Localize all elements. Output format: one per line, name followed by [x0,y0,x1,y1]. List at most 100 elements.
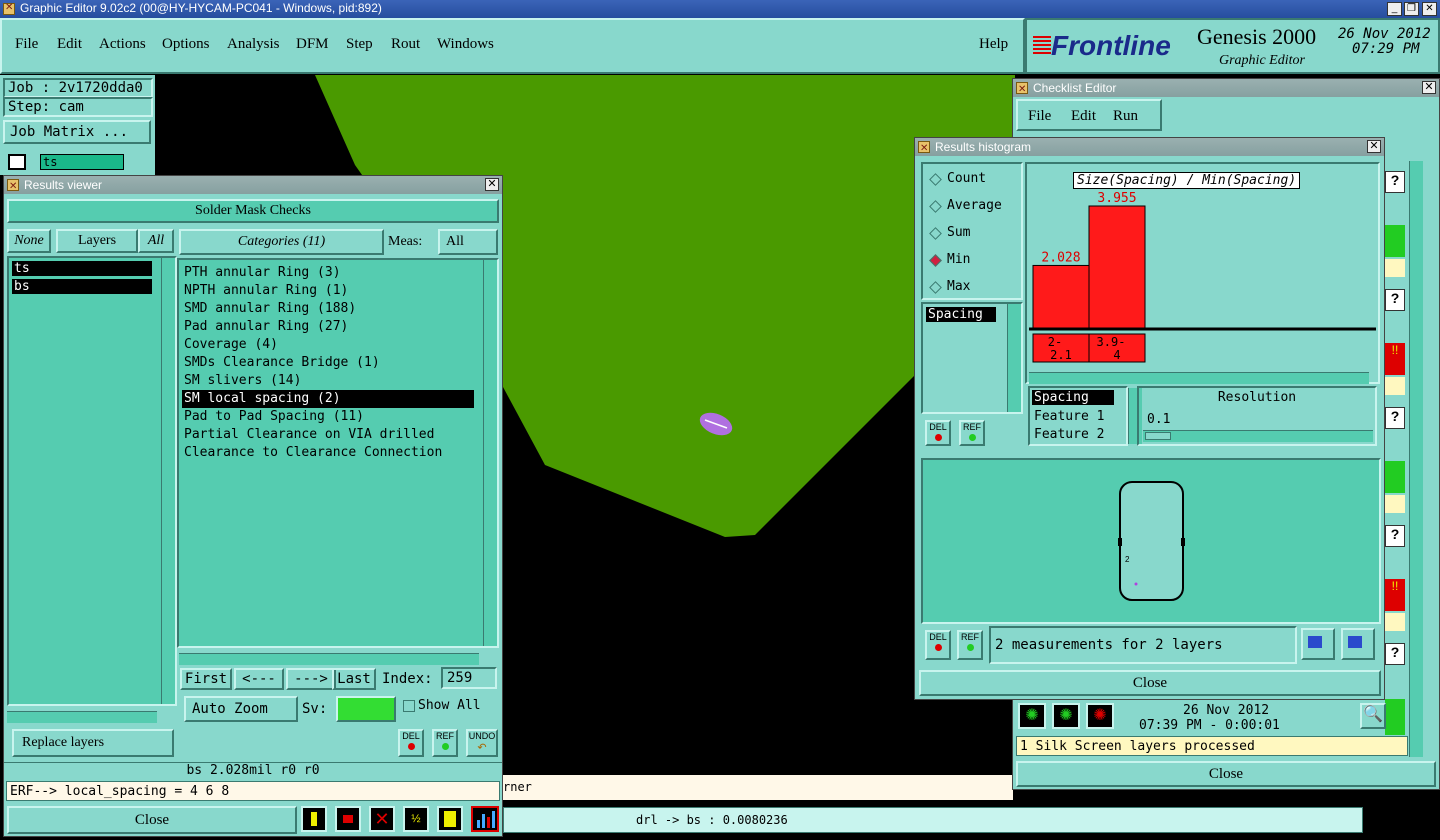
menu-edit[interactable]: Edit [57,36,82,53]
next-button[interactable]: ---> [286,668,336,690]
menu-help[interactable]: Help [979,36,1008,53]
hist-ref-button-1[interactable]: REF [959,420,985,446]
category-item[interactable]: Pad to Pad Spacing (11) [182,408,474,426]
maximize-button[interactable]: ❐ [1404,2,1419,16]
prev-button[interactable]: <--- [234,668,284,690]
results-viewer-close-x[interactable]: ✕ [485,178,499,191]
layers-hscroll[interactable] [7,711,157,723]
checklist-scrollbar[interactable] [1409,161,1423,757]
hist-del-button-2[interactable]: DEL [925,630,951,660]
first-button[interactable]: First [180,668,232,690]
tool-icon-2[interactable] [335,806,361,832]
run-icon-3[interactable]: ✺ [1086,703,1114,729]
category-item[interactable]: Partial Clearance on VIA drilled [182,426,474,444]
minimize-button[interactable]: _ [1387,2,1402,16]
menu-step[interactable]: Step [346,36,373,53]
tool-icon-4[interactable]: ½ [403,806,429,832]
categories-hscroll[interactable] [179,653,479,665]
none-button[interactable]: None [7,229,51,253]
menu-actions[interactable]: Actions [99,36,146,53]
category-item[interactable]: Coverage (4) [182,336,474,354]
histogram-close-button[interactable]: Close [919,670,1381,696]
undo-button[interactable]: UNDO ↶ [466,729,498,757]
check-row-5[interactable]: ? [1385,643,1405,665]
check-row-2[interactable]: ? [1385,289,1405,311]
tool-icon-3[interactable]: ✕ [369,806,395,832]
checklist-close-button[interactable]: Close [1016,761,1436,787]
category-item[interactable]: NPTH annular Ring (1) [182,282,474,300]
field-list-scrollbar[interactable] [1007,304,1021,412]
checklist-menu-run[interactable]: Run [1113,108,1138,125]
categories-scrollbar[interactable] [483,260,497,646]
category-item[interactable]: SMD annular Ring (188) [182,300,474,318]
histogram-bar[interactable] [1032,264,1090,329]
layers-scrollbar[interactable] [161,258,175,704]
sv-color-dropdown[interactable] [336,696,396,722]
close-app-button[interactable]: ✕ [1422,2,1437,16]
layer-row-ts[interactable]: ts [40,154,124,170]
category-item[interactable]: PTH annular Ring (3) [182,264,474,282]
checklist-menu-file[interactable]: File [1028,108,1051,125]
all-button[interactable]: All [138,229,174,253]
chart-hscroll[interactable] [1029,372,1369,384]
tool-icon-5[interactable] [437,806,463,832]
show-all-checkbox[interactable] [403,700,415,712]
field-spacing[interactable]: Spacing [926,307,996,322]
check-row-3[interactable]: ? [1385,407,1405,429]
resolution-slider[interactable] [1143,430,1373,442]
svg-text:2: 2 [1125,555,1130,564]
menu-analysis[interactable]: Analysis [227,36,280,53]
checklist-date: 26 Nov 2012 [1183,703,1270,718]
category-item[interactable]: Pad annular Ring (27) [182,318,474,336]
layers-button[interactable]: Layers [56,229,138,253]
replace-layers-dropdown[interactable]: Replace layers [12,729,174,757]
menu-dfm[interactable]: DFM [296,36,329,53]
export-icon-2[interactable] [1341,628,1375,660]
layers-list[interactable]: ts bs [7,256,177,706]
checklist-menu-edit[interactable]: Edit [1071,108,1096,125]
auto-zoom-dropdown[interactable]: Auto Zoom [184,696,298,722]
meas-label: Meas: [388,234,423,249]
status-green-1 [1385,225,1405,257]
categories-button[interactable]: Categories (11) [179,229,384,255]
ref-button[interactable]: REF [432,729,458,757]
corner-text: rner [503,780,532,794]
histogram-icon[interactable] [471,806,499,832]
last-button[interactable]: Last [332,668,376,690]
sel-feature-1[interactable]: Feature 1 [1034,408,1104,426]
run-icon-2[interactable]: ✺ [1052,703,1080,729]
category-item[interactable]: SMDs Clearance Bridge (1) [182,354,474,372]
menu-options[interactable]: Options [162,36,210,53]
window-icon [918,140,930,158]
hist-ref-button-2[interactable]: REF [957,630,983,660]
menu-rout[interactable]: Rout [391,36,420,53]
histogram-close-x[interactable]: ✕ [1367,140,1381,153]
sel-feature-2[interactable]: Feature 2 [1034,426,1104,444]
zoom-icon[interactable]: 🔍 [1360,703,1386,729]
menu-windows[interactable]: Windows [437,36,494,53]
category-item[interactable]: SM local spacing (2) [182,390,474,408]
meas-dropdown[interactable]: All [438,229,498,255]
category-item[interactable]: SM slivers (14) [182,372,474,390]
layer-item-bs[interactable]: bs [12,279,152,294]
category-item[interactable]: Clearance to Clearance Connection [182,444,474,462]
results-close-button[interactable]: Close [7,806,297,834]
export-icon-1[interactable] [1301,628,1335,660]
layer-item-ts[interactable]: ts [12,261,152,276]
field-list[interactable]: Spacing [921,302,1023,414]
histogram-bar[interactable] [1088,205,1146,329]
check-row-1[interactable]: ? [1385,171,1405,193]
check-row-4[interactable]: ? [1385,525,1405,547]
job-matrix-button[interactable]: Job Matrix ... [3,120,151,144]
hist-del-button-1[interactable]: DEL [925,420,951,446]
del-button[interactable]: DEL [398,729,424,757]
checklist-close-x[interactable]: ✕ [1422,81,1436,94]
menu-file[interactable]: File [15,36,38,53]
tool-icon-1[interactable] [301,806,327,832]
run-icon-1[interactable]: ✺ [1018,703,1046,729]
categories-list[interactable]: PTH annular Ring (3) NPTH annular Ring (1… [177,258,499,648]
layer-checkbox[interactable] [8,154,26,170]
sel-spacing[interactable]: Spacing [1032,390,1114,405]
index-input[interactable]: 259 [441,667,497,689]
selection-list[interactable]: Spacing Feature 1 Feature 2 [1028,386,1142,446]
